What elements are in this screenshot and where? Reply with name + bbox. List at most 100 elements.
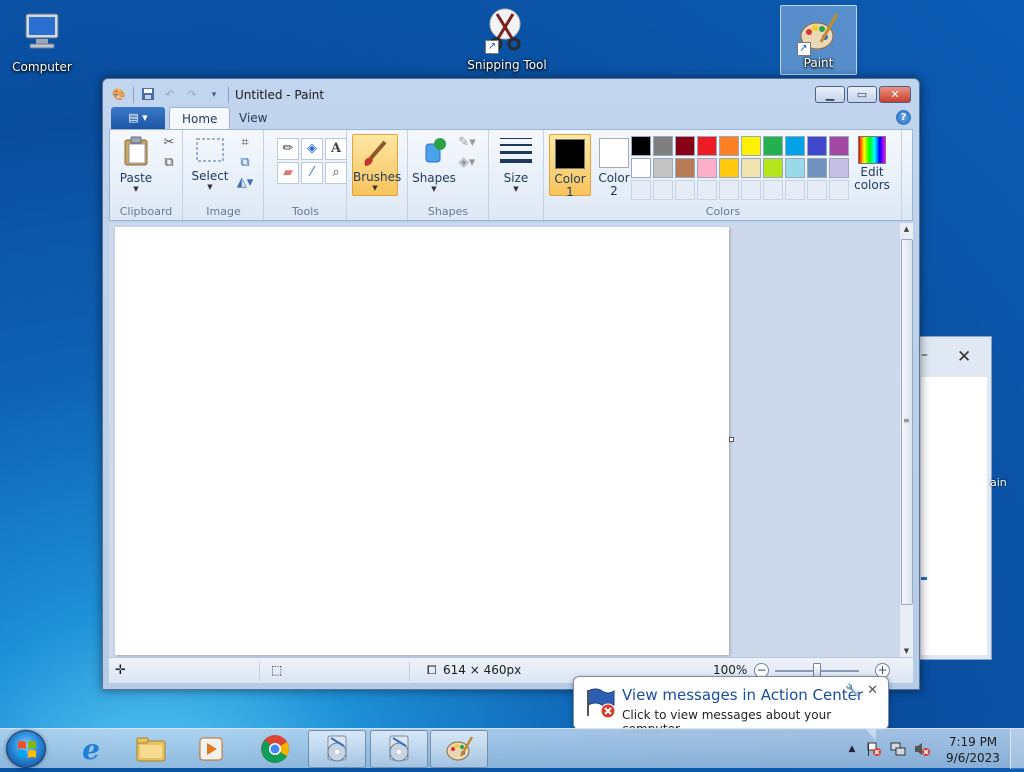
color1-button[interactable]: Color 1 <box>549 134 591 199</box>
palette-custom-slot[interactable] <box>785 180 805 200</box>
desktop-icon-snipping-tool[interactable]: ↗ Snipping Tool <box>465 6 549 72</box>
palette-swatch[interactable] <box>807 136 827 156</box>
taskbar-file-explorer[interactable] <box>122 730 180 768</box>
background-window[interactable]: – ✕ <box>918 336 992 660</box>
desktop-icon-label: Paint <box>803 56 834 70</box>
redo-icon[interactable]: ↷ <box>184 87 200 103</box>
palette-swatch[interactable] <box>829 136 849 156</box>
notification-options-icon[interactable]: 🔧 <box>845 683 860 697</box>
palette-swatch[interactable] <box>653 158 673 178</box>
pencil-icon[interactable]: ✏ <box>277 138 299 160</box>
taskbar-internet-explorer[interactable]: e <box>62 730 120 768</box>
desktop-icon-paint[interactable]: ↗ Paint <box>780 5 857 75</box>
notification-title[interactable]: View messages in Action Center <box>622 686 863 704</box>
system-clock[interactable]: 7:19 PM 9/6/2023 <box>944 734 1002 766</box>
show-hidden-icons-icon[interactable]: ▲ <box>844 741 860 757</box>
close-button[interactable]: ✕ <box>879 86 911 103</box>
palette-custom-slot[interactable] <box>631 180 651 200</box>
action-center-notification[interactable]: View messages in Action Center Click to … <box>573 676 889 741</box>
volume-muted-icon[interactable] <box>914 741 930 757</box>
palette-swatch[interactable] <box>763 136 783 156</box>
action-center-tray-icon[interactable] <box>866 741 882 757</box>
palette-swatch[interactable] <box>675 136 695 156</box>
brushes-button[interactable]: Brushes ▼ <box>352 134 401 196</box>
help-icon[interactable]: ? <box>896 110 911 125</box>
palette-custom-slot[interactable] <box>829 180 849 200</box>
palette-swatch[interactable] <box>697 158 717 178</box>
magnifier-icon[interactable]: ⌕ <box>325 162 347 184</box>
installer-disc-icon <box>389 735 409 762</box>
palette-custom-slot[interactable] <box>697 180 717 200</box>
paste-button[interactable]: Paste ▼ <box>116 136 156 193</box>
drawing-canvas[interactable] <box>115 227 729 655</box>
group-tools: ✏ ◈ A ▰ ⁄ ⌕ Tools <box>265 130 347 220</box>
network-icon[interactable] <box>890 741 906 757</box>
minimize-button[interactable]: ▁ <box>815 86 845 103</box>
tab-home[interactable]: Home <box>169 107 231 129</box>
palette-swatch[interactable] <box>829 158 849 178</box>
palette-swatch[interactable] <box>785 136 805 156</box>
start-button[interactable] <box>6 730 46 768</box>
cut-icon[interactable]: ✂ <box>160 134 178 152</box>
fill-icon[interactable]: ◈▾ <box>458 154 476 172</box>
color-picker-icon[interactable]: ⁄ <box>301 162 323 184</box>
scroll-down-icon[interactable]: ▼ <box>900 647 913 655</box>
taskbar-app-1[interactable] <box>308 730 366 768</box>
palette-swatch[interactable] <box>741 136 761 156</box>
notification-close-icon[interactable]: ✕ <box>867 683 878 698</box>
palette-custom-slot[interactable] <box>763 180 783 200</box>
zoom-slider-thumb[interactable] <box>813 663 821 677</box>
select-button[interactable]: Select ▼ <box>190 136 230 191</box>
paint-app-icon[interactable]: 🎨 <box>111 87 127 103</box>
save-icon[interactable] <box>140 87 156 103</box>
palette-swatch[interactable] <box>631 136 651 156</box>
shapes-button[interactable]: Shapes ▼ <box>412 136 456 193</box>
canvas-resize-handle-right[interactable] <box>729 437 734 442</box>
size-button[interactable]: Size ▼ <box>496 136 536 193</box>
rotate-icon[interactable]: ◭▾ <box>236 174 254 192</box>
fill-bucket-icon[interactable]: ◈ <box>301 138 323 160</box>
resize-icon[interactable]: ⧉ <box>236 154 254 172</box>
background-close-icon[interactable]: ✕ <box>957 347 971 367</box>
edit-colors-button[interactable]: Edit colors <box>851 136 893 192</box>
palette-swatch[interactable] <box>697 136 717 156</box>
group-label-image: Image <box>206 205 241 218</box>
vertical-scrollbar[interactable]: ▲ ≡ ▼ <box>899 223 913 657</box>
desktop-icon-computer[interactable]: Computer <box>0 8 84 74</box>
taskbar-chrome[interactable] <box>246 730 304 768</box>
customize-toolbar-icon[interactable]: ▾ <box>206 87 222 103</box>
text-icon[interactable]: A <box>325 138 347 160</box>
file-menu-button[interactable]: ▤ ▾ <box>111 107 165 129</box>
palette-swatch[interactable] <box>763 158 783 178</box>
tab-view[interactable]: View <box>227 107 279 129</box>
palette-swatch[interactable] <box>653 136 673 156</box>
palette-custom-slot[interactable] <box>653 180 673 200</box>
crop-icon[interactable]: ⌗ <box>236 134 254 152</box>
palette-custom-slot[interactable] <box>719 180 739 200</box>
title-bar[interactable]: 🎨 ↶ ↷ ▾ Untitled - Paint ▁ ▭ ✕ <box>103 79 919 109</box>
palette-swatch[interactable] <box>719 158 739 178</box>
show-desktop-button[interactable] <box>1010 729 1024 769</box>
scroll-up-icon[interactable]: ▲ <box>900 225 913 233</box>
copy-icon[interactable]: ⧉ <box>160 154 178 172</box>
maximize-button[interactable]: ▭ <box>847 86 877 103</box>
outline-icon[interactable]: ✎▾ <box>458 134 476 152</box>
eraser-icon[interactable]: ▰ <box>277 162 299 184</box>
paint-window[interactable]: 🎨 ↶ ↷ ▾ Untitled - Paint ▁ ▭ ✕ ▤ ▾ Home … <box>102 78 920 690</box>
taskbar-paint[interactable] <box>430 730 488 768</box>
taskbar-app-2[interactable] <box>370 730 428 768</box>
palette-custom-slot[interactable] <box>741 180 761 200</box>
palette-swatch[interactable] <box>785 158 805 178</box>
palette-custom-slot[interactable] <box>807 180 827 200</box>
palette-swatch[interactable] <box>631 158 651 178</box>
palette-swatch[interactable] <box>719 136 739 156</box>
palette-swatch[interactable] <box>675 158 695 178</box>
background-minimize-icon[interactable]: – <box>921 347 928 363</box>
palette-custom-slot[interactable] <box>675 180 695 200</box>
color2-button[interactable]: Color 2 <box>593 134 635 198</box>
taskbar-media-player[interactable] <box>182 730 240 768</box>
palette-swatch[interactable] <box>741 158 761 178</box>
scroll-thumb[interactable]: ≡ <box>901 239 913 605</box>
palette-swatch[interactable] <box>807 158 827 178</box>
undo-icon[interactable]: ↶ <box>162 87 178 103</box>
